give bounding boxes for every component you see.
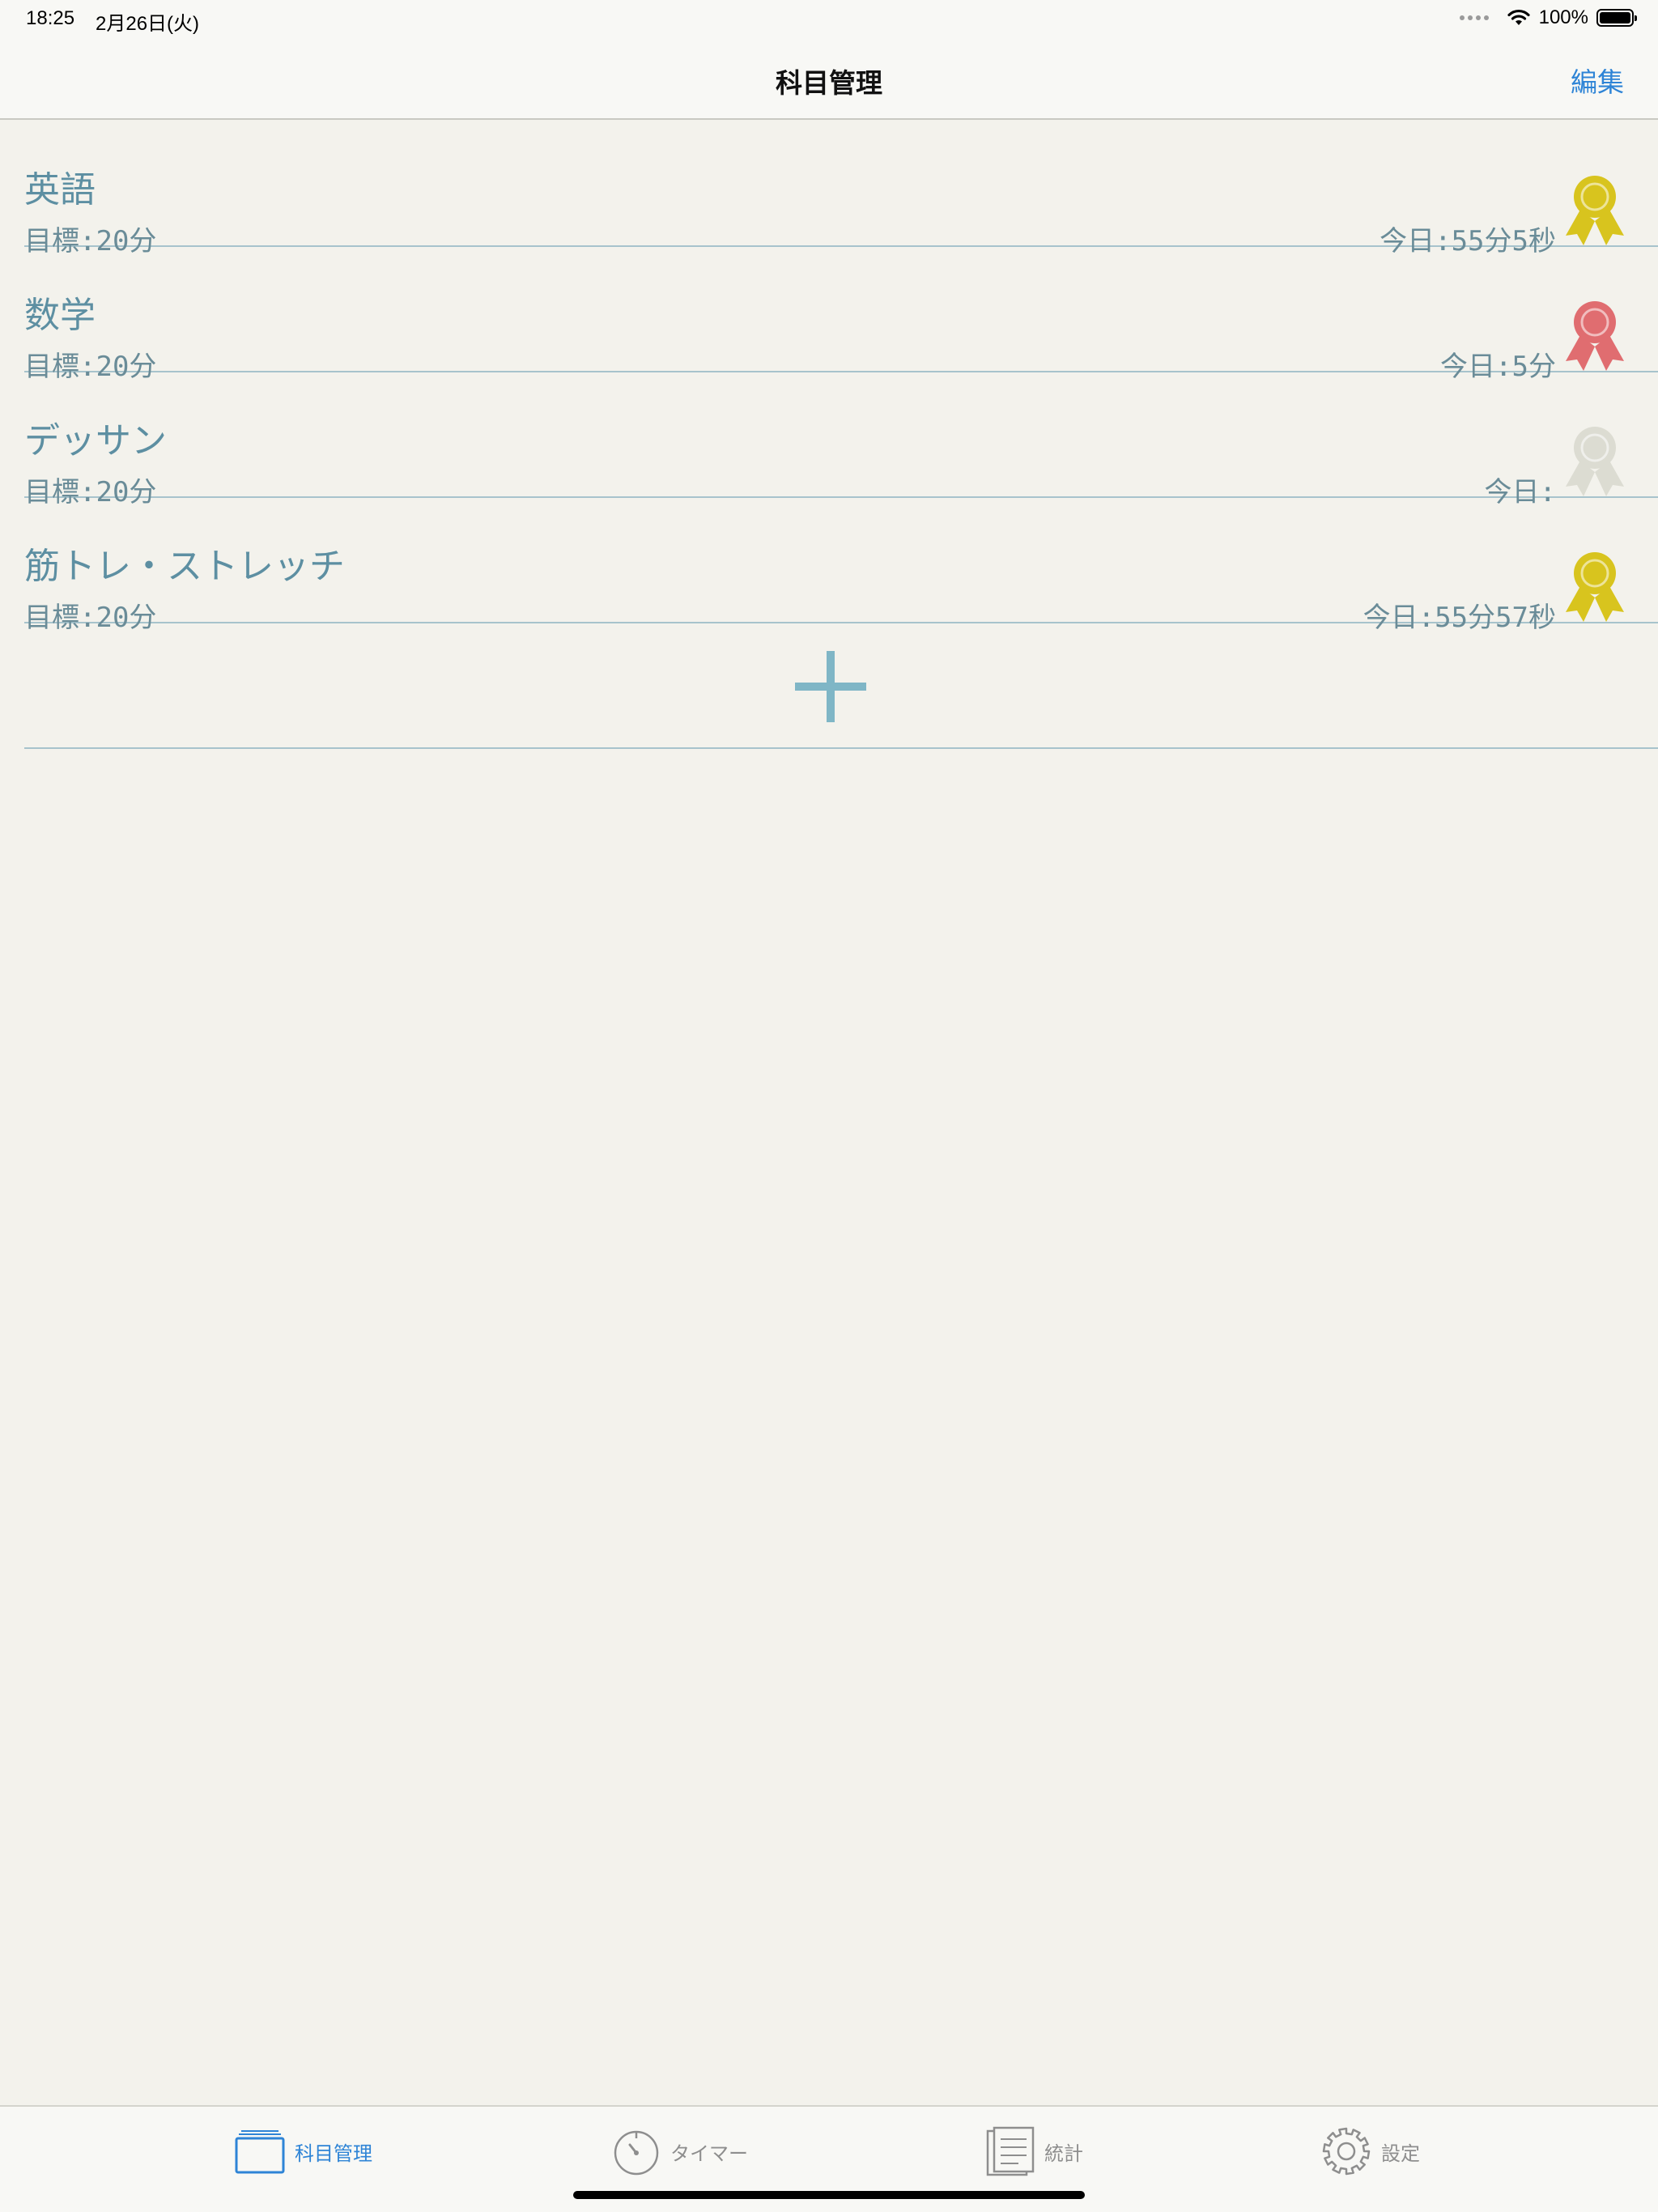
tab-label: 統計 <box>1044 2142 1083 2165</box>
subject-list: 英語 目標:20分 今日:55分5秒 数学 目標:20分 今日:5分 デッサン … <box>24 121 1658 749</box>
wifi-icon <box>1507 9 1530 25</box>
page-title: 科目管理 <box>776 67 882 99</box>
folder-stack-icon <box>235 2130 285 2174</box>
home-indicator <box>573 2191 1085 2199</box>
subject-row-english[interactable]: 英語 目標:20分 今日:55分5秒 <box>24 121 1658 257</box>
battery-icon <box>1596 9 1637 27</box>
status-indicators: 100% <box>1459 6 1637 29</box>
tab-label: 設定 <box>1381 2142 1420 2165</box>
status-time: 18:25 <box>26 7 75 29</box>
tab-settings[interactable]: 設定 <box>1321 2123 1420 2180</box>
edit-button[interactable]: 編集 <box>1571 61 1624 100</box>
tab-subjects[interactable]: 科目管理 <box>235 2123 372 2180</box>
plus-icon <box>795 651 866 722</box>
status-bar: 18:25 2月26日(火) 100% <box>0 0 1658 39</box>
battery-percent: 100% <box>1538 6 1588 28</box>
subject-row-drawing[interactable]: デッサン 目標:20分 今日: <box>24 372 1658 508</box>
subject-name: 筋トレ・ストレッチ <box>24 546 345 587</box>
award-ribbon-icon <box>1566 427 1624 496</box>
gear-icon <box>1322 2127 1371 2176</box>
tab-statistics[interactable]: 統計 <box>986 2123 1083 2180</box>
tab-label: 科目管理 <box>295 2142 372 2165</box>
subject-name: 数学 <box>24 295 96 336</box>
tab-timer[interactable]: タイマー <box>612 2123 748 2180</box>
subject-row-math[interactable]: 数学 目標:20分 今日:5分 <box>24 247 1658 383</box>
award-ribbon-icon <box>1566 552 1624 622</box>
navigation-bar: 科目管理 編集 <box>0 39 1658 120</box>
subject-name: 英語 <box>24 169 96 211</box>
add-subject-button[interactable] <box>24 623 1658 749</box>
award-ribbon-icon <box>1566 176 1624 245</box>
cellular-dots-icon <box>1459 15 1489 20</box>
stopwatch-icon <box>614 2130 659 2176</box>
status-date: 2月26日(火) <box>96 13 200 35</box>
document-list-icon <box>986 2126 1035 2176</box>
subject-name: デッサン <box>24 420 167 462</box>
award-ribbon-icon <box>1566 301 1624 371</box>
tab-label: タイマー <box>670 2142 748 2165</box>
subject-row-training[interactable]: 筋トレ・ストレッチ 目標:20分 今日:55分57秒 <box>24 498 1658 634</box>
